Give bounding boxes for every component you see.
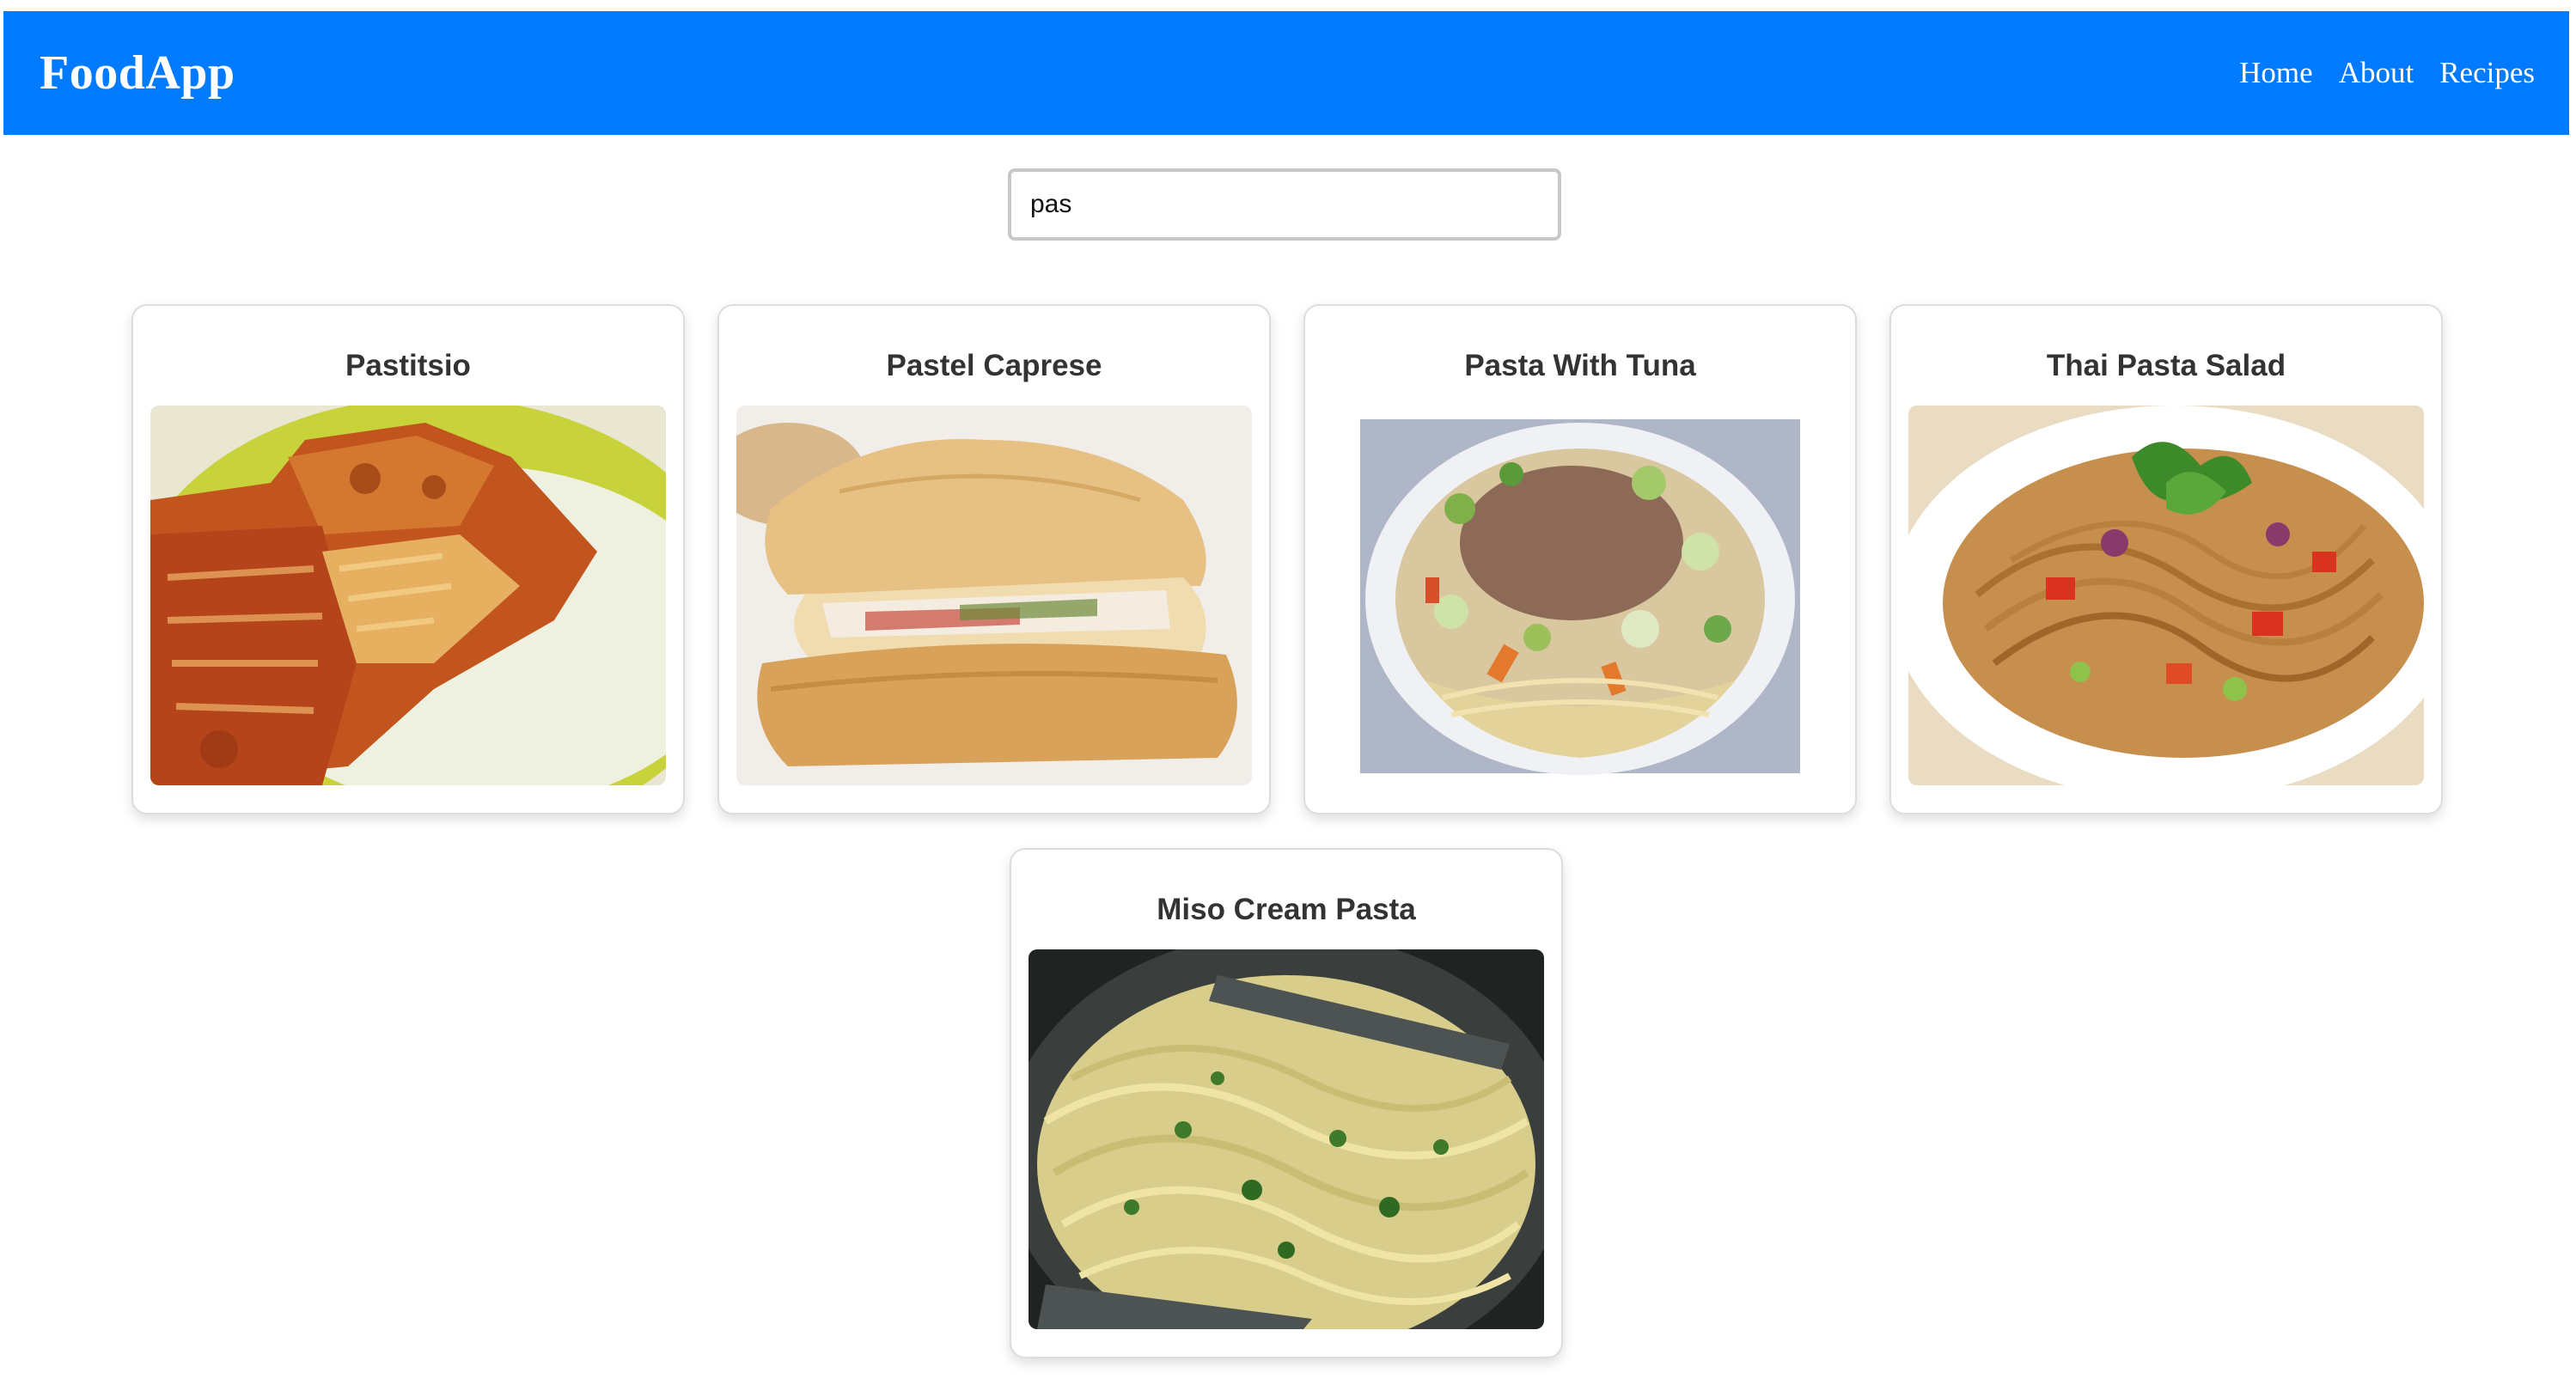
recipe-card-pastel-caprese[interactable]: Pastel Caprese (717, 304, 1271, 815)
recipe-image (1322, 406, 1838, 785)
recipe-card-pasta-with-tuna[interactable]: Pasta With Tuna (1303, 304, 1857, 815)
recipe-title: Miso Cream Pasta (1157, 893, 1416, 926)
recipe-title: Pastel Caprese (886, 349, 1102, 382)
nav-links: Home About Recipes (2239, 11, 2535, 135)
nav-link-home[interactable]: Home (2239, 56, 2313, 90)
recipe-title: Pasta With Tuna (1464, 349, 1696, 382)
recipe-title: Thai Pasta Salad (2046, 349, 2286, 382)
navbar: FoodApp Home About Recipes (3, 11, 2569, 135)
brand-logo[interactable]: FoodApp (40, 11, 235, 135)
nav-link-recipes[interactable]: Recipes (2439, 56, 2535, 90)
recipe-title: Pastitsio (345, 349, 471, 382)
recipe-card-pastitsio[interactable]: Pastitsio (131, 304, 685, 815)
recipe-image (736, 406, 1252, 785)
recipe-image (1029, 949, 1544, 1329)
recipe-image (150, 406, 666, 785)
recipe-image (1908, 406, 2424, 785)
recipe-card-miso-cream-pasta[interactable]: Miso Cream Pasta (1010, 848, 1563, 1358)
recipe-card-thai-pasta-salad[interactable]: Thai Pasta Salad (1889, 304, 2443, 815)
search-input[interactable] (1008, 168, 1561, 241)
nav-link-about[interactable]: About (2339, 56, 2414, 90)
